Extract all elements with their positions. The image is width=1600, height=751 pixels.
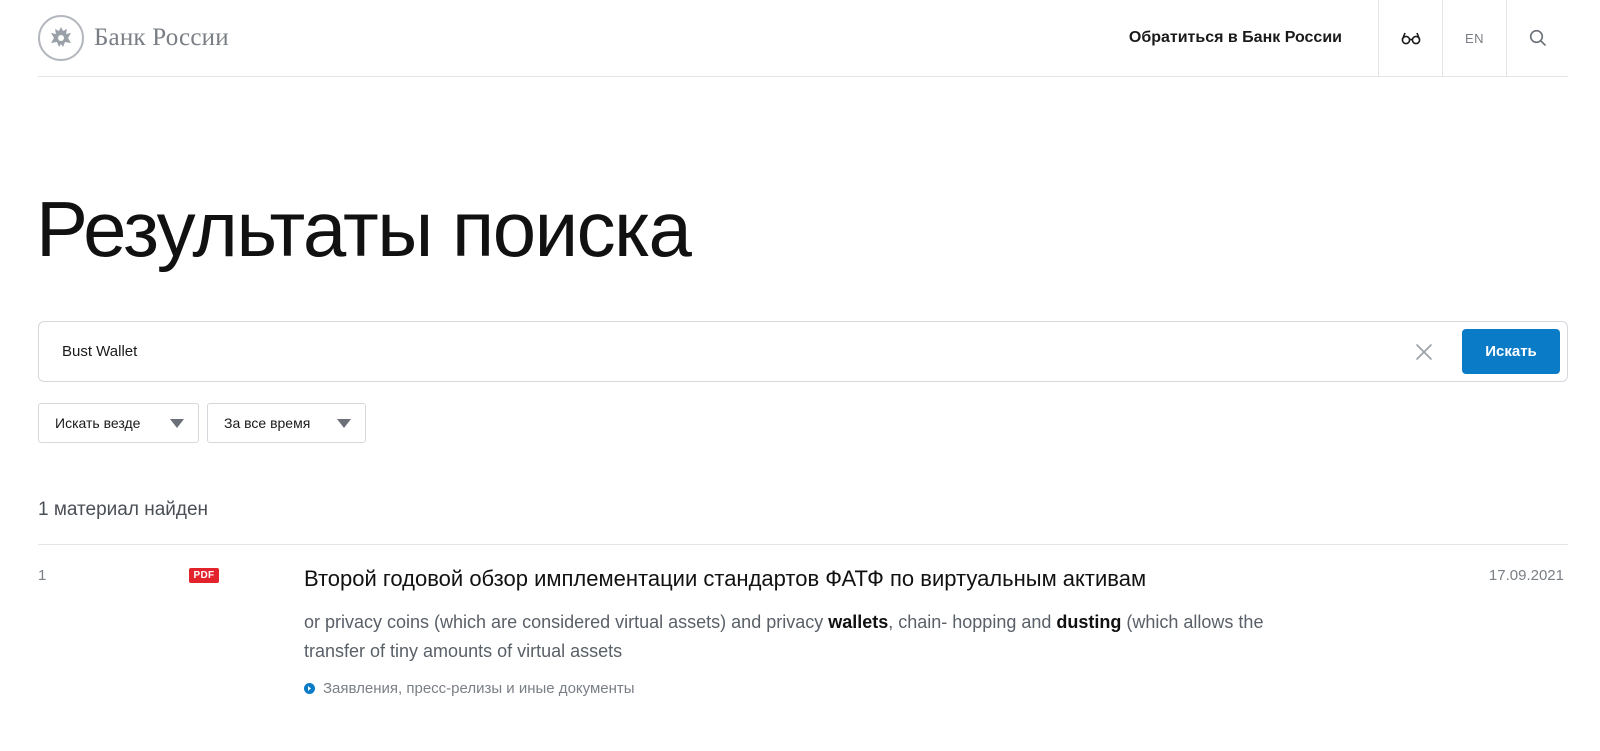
snippet-highlight: wallets: [828, 612, 889, 632]
result-category[interactable]: Заявления, пресс-релизы и иные документы: [304, 680, 635, 697]
page-title: Результаты поиска: [36, 185, 692, 273]
accessibility-button[interactable]: [1378, 0, 1442, 76]
results-count: 1 материал найден: [38, 499, 209, 520]
contact-link[interactable]: Обратиться в Банк России: [1129, 29, 1342, 47]
header-search-button[interactable]: [1506, 0, 1568, 76]
close-icon: [1416, 343, 1432, 360]
search-submit-button[interactable]: Искать: [1462, 329, 1560, 374]
result-snippet: or privacy coins (which are considered v…: [304, 608, 1304, 666]
snippet-text: or privacy coins (which are considered v…: [304, 612, 829, 632]
result-number: 1: [38, 567, 47, 584]
logo[interactable]: Банк России: [38, 15, 229, 61]
arrow-circle-icon: [304, 683, 315, 694]
divider: [38, 544, 1568, 545]
glasses-icon: [1401, 32, 1420, 45]
caret-down-icon: [170, 418, 184, 428]
snippet-highlight: dusting: [1056, 612, 1122, 632]
header-actions: Обратиться в Банк России EN: [1129, 0, 1568, 76]
filter-period-label: За все время: [224, 415, 311, 431]
search-input[interactable]: [39, 322, 1404, 381]
filters: Искать везде За все время: [38, 403, 366, 443]
snippet-text: , chain- hopping and: [888, 612, 1057, 632]
filter-scope-label: Искать везде: [55, 415, 141, 431]
result-title-link[interactable]: Второй годовой обзор имплементации станд…: [304, 566, 1404, 592]
search-box: Искать: [38, 321, 1568, 382]
result-date: 17.09.2021: [1488, 567, 1564, 584]
caret-down-icon: [337, 418, 351, 428]
page: Банк России Обратиться в Банк России EN: [0, 0, 1600, 751]
double-eagle-emblem-icon: [38, 15, 84, 61]
language-switch[interactable]: EN: [1442, 0, 1506, 76]
category-label: Заявления, пресс-релизы и иные документы: [323, 680, 635, 697]
clear-search-button[interactable]: [1404, 332, 1444, 372]
site-header: Банк России Обратиться в Банк России EN: [38, 0, 1568, 77]
filter-period-dropdown[interactable]: За все время: [207, 403, 366, 443]
filter-scope-dropdown[interactable]: Искать везде: [38, 403, 199, 443]
search-icon: [1529, 29, 1546, 46]
logo-text: Банк России: [94, 24, 229, 51]
pdf-badge: PDF: [189, 568, 219, 583]
